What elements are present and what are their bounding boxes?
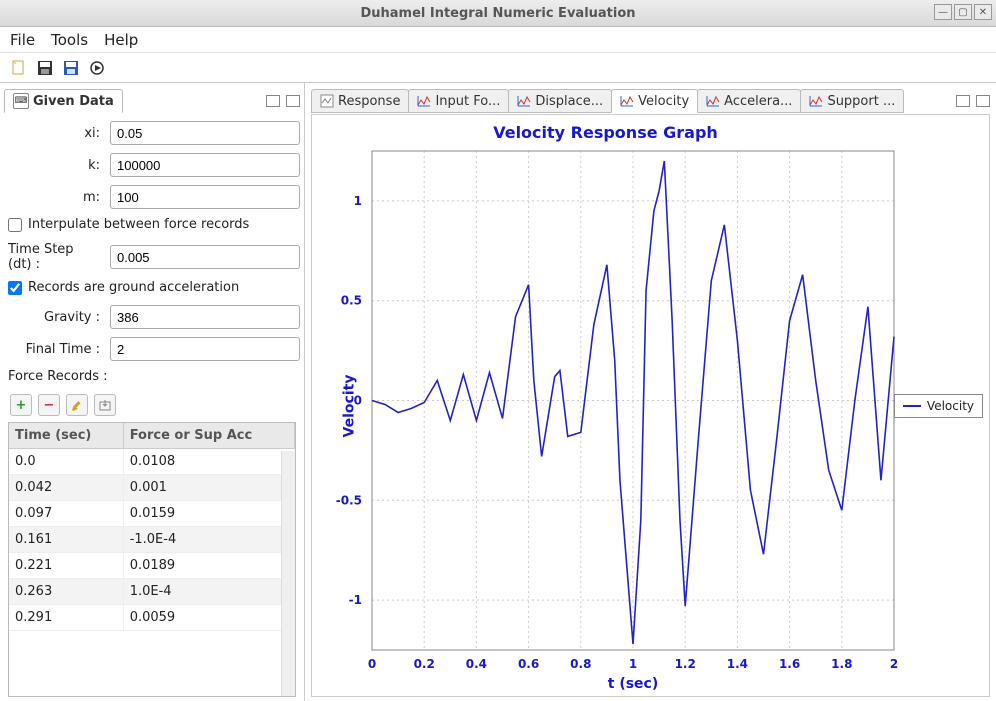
final-time-input[interactable] [110, 337, 300, 361]
tab-input-force[interactable]: Input Fo... [408, 89, 509, 113]
svg-text:0.8: 0.8 [570, 657, 591, 671]
table-row[interactable]: 0.161-1.0E-4 [9, 527, 295, 553]
panel-maximize-icon[interactable] [976, 95, 990, 107]
tab-displacement[interactable]: Displace... [508, 89, 612, 113]
tab-support[interactable]: Support ... [800, 89, 904, 113]
svg-text:1.2: 1.2 [675, 657, 696, 671]
svg-text:1: 1 [354, 194, 362, 208]
k-label: k: [4, 158, 104, 173]
table-row[interactable]: 0.0420.001 [9, 475, 295, 501]
xi-input[interactable] [110, 121, 300, 145]
svg-text:1: 1 [629, 657, 637, 671]
svg-text:0: 0 [368, 657, 376, 671]
chart-legend: Velocity [894, 394, 983, 418]
svg-text:-0.5: -0.5 [336, 493, 362, 507]
remove-record-button[interactable]: − [38, 394, 60, 416]
tab-response[interactable]: Response [311, 89, 409, 113]
xi-label: xi: [4, 126, 104, 141]
menu-file[interactable]: File [10, 31, 35, 49]
svg-text:0.6: 0.6 [518, 657, 539, 671]
svg-text:0.4: 0.4 [466, 657, 487, 671]
svg-text:-1: -1 [349, 593, 362, 607]
svg-text:1.4: 1.4 [727, 657, 748, 671]
svg-text:2: 2 [890, 657, 898, 671]
given-data-panel: ⌨ Given Data xi: k: m: Interpulate betwe… [0, 83, 305, 701]
window-title: Duhamel Integral Numeric Evaluation [0, 6, 996, 21]
dt-input[interactable] [110, 245, 300, 269]
ground-accel-label: Records are ground acceleration [28, 280, 239, 295]
svg-text:0.5: 0.5 [341, 294, 362, 308]
final-time-label: Final Time : [4, 342, 104, 357]
panel-minimize-icon[interactable] [266, 95, 280, 107]
gravity-input[interactable] [110, 305, 300, 329]
col-time-header[interactable]: Time (sec) [9, 423, 123, 449]
ground-accel-checkbox[interactable] [8, 281, 22, 295]
tab-velocity[interactable]: Velocity [611, 89, 698, 113]
dt-label: Time Step (dt) : [4, 242, 104, 272]
toolbar [0, 53, 996, 83]
maximize-button[interactable]: ▢ [954, 4, 972, 20]
table-row[interactable]: 0.2631.0E-4 [9, 579, 295, 605]
minimize-button[interactable]: — [934, 4, 952, 20]
save-icon[interactable] [36, 59, 54, 77]
col-force-header[interactable]: Force or Sup Acc [123, 423, 294, 449]
table-row[interactable]: 0.2910.0059 [9, 605, 295, 631]
m-input[interactable] [110, 185, 300, 209]
legend-line-icon [903, 405, 921, 407]
titlebar: Duhamel Integral Numeric Evaluation — ▢ … [0, 0, 996, 27]
gravity-label: Gravity : [4, 310, 104, 325]
panel-icon: ⌨ [13, 93, 29, 109]
svg-text:0.2: 0.2 [414, 657, 435, 671]
k-input[interactable] [110, 153, 300, 177]
panel-minimize-icon[interactable] [956, 95, 970, 107]
panel-maximize-icon[interactable] [286, 95, 300, 107]
velocity-plot: 0 0.2 0.4 0.6 0.8 1 1.2 1.4 1.6 1.8 2 -1 -0.5 0 0.5 1 t … [312, 115, 989, 696]
results-panel: Response Input Fo... Displace... Velocit… [305, 83, 996, 701]
import-records-button[interactable] [94, 394, 116, 416]
tab-acceleration[interactable]: Accelera... [697, 89, 801, 113]
svg-text:1.6: 1.6 [779, 657, 800, 671]
svg-text:1.8: 1.8 [831, 657, 852, 671]
force-records-label: Force Records : [4, 369, 300, 384]
add-record-button[interactable]: + [10, 394, 32, 416]
chart-area: Velocity Response Graph Velocity 00.20.4… [311, 114, 990, 697]
menubar: File Tools Help [0, 27, 996, 53]
close-button[interactable]: ✕ [974, 4, 992, 20]
svg-text:0: 0 [354, 394, 362, 408]
table-row[interactable]: 0.0970.0159 [9, 501, 295, 527]
interpolate-checkbox[interactable] [8, 218, 22, 232]
edit-record-button[interactable] [66, 394, 88, 416]
given-data-tab[interactable]: ⌨ Given Data [4, 89, 123, 113]
m-label: m: [4, 190, 104, 205]
menu-tools[interactable]: Tools [51, 31, 88, 49]
table-row[interactable]: 0.00.0108 [9, 449, 295, 475]
force-records-table[interactable]: Time (sec) Force or Sup Acc 0.00.01080.0… [8, 422, 296, 697]
run-icon[interactable] [88, 59, 106, 77]
new-file-icon[interactable] [10, 59, 28, 77]
menu-help[interactable]: Help [104, 31, 138, 49]
table-scrollbar[interactable] [281, 451, 295, 696]
table-row[interactable]: 0.2210.0189 [9, 553, 295, 579]
interpolate-label: Interpulate between force records [28, 217, 249, 232]
svg-text:t (sec): t (sec) [608, 676, 659, 692]
save-as-icon[interactable] [62, 59, 80, 77]
